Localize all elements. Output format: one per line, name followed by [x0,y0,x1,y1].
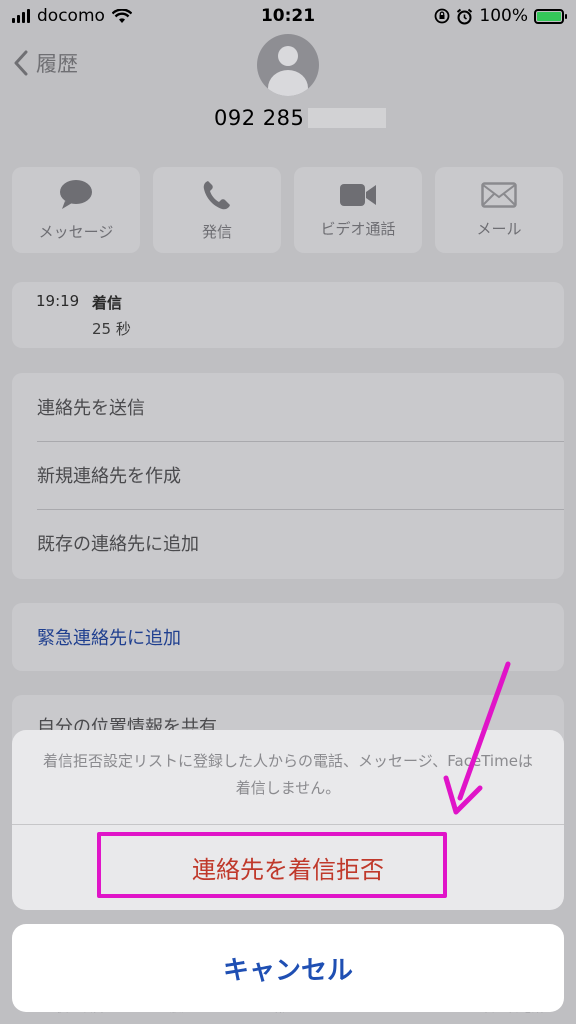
call-type: 着信 [92,294,123,312]
alarm-icon [457,8,473,24]
cancel-button[interactable]: キャンセル [12,924,564,1012]
status-right: 100% [434,6,567,26]
annotation-arrow-icon [443,661,511,815]
mail-button[interactable]: メール [435,167,563,253]
cancel-label: キャンセル [222,955,353,986]
mail-icon [481,181,517,208]
message-label: メッセージ [38,222,114,241]
redaction-mask [308,108,387,128]
rotation-lock-icon [434,8,450,24]
battery-percent: 100% [479,6,528,26]
number-prefix: 092 285 [214,106,305,130]
battery-icon [534,8,567,24]
back-label: 履歴 [36,52,78,76]
message-button[interactable]: メッセージ [12,167,140,253]
option-label: 既存の連絡先に追加 [37,534,199,555]
option-label: 新規連絡先を作成 [37,466,181,487]
call-duration: 25 秒 [92,320,131,338]
chevron-left-icon [14,50,28,76]
contact-options-list: 連絡先を送信 新規連絡先を作成 既存の連絡先に追加 [12,373,564,579]
emergency-label: 緊急連絡先に追加 [37,628,181,649]
call-record-card: 19:19 着信 25 秒 [12,282,564,348]
contact-number: 092 285 [214,106,387,130]
message-icon [60,179,92,209]
call-label: 発信 [201,222,232,241]
add-to-existing-option[interactable]: 既存の連絡先に追加 [12,509,564,577]
create-contact-option[interactable]: 新規連絡先を作成 [12,441,564,509]
block-contact-button[interactable]: 連絡先を着信拒否 [12,825,564,910]
phone-icon [203,180,230,209]
mail-label: メール [476,219,522,238]
call-button[interactable]: 発信 [153,167,281,253]
avatar [257,34,319,96]
video-call-label: ビデオ通話 [320,219,396,238]
video-call-button[interactable]: ビデオ通話 [294,167,422,253]
status-bar: docomo 10:21 100% [0,0,576,34]
send-contact-option[interactable]: 連絡先を送信 [12,373,564,441]
back-button[interactable]: 履歴 [14,48,78,78]
action-buttons: メッセージ 発信 ビデオ通話 メール [12,167,564,253]
option-label: 連絡先を送信 [37,398,145,419]
block-contact-label: 連絡先を着信拒否 [192,856,384,884]
call-time: 19:19 [36,292,80,310]
video-icon [340,183,376,206]
